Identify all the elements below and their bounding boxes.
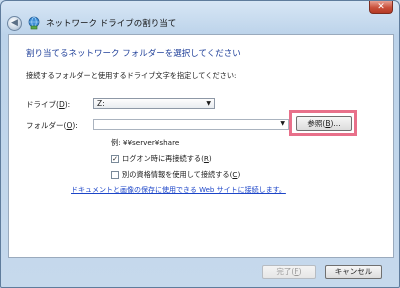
title-bar: ◀ ネットワーク ドライブの割り当て xyxy=(7,14,389,32)
web-site-link[interactable]: ドキュメントと画像の保存に使用できる Web サイトに接続します。 xyxy=(71,185,286,195)
drive-select[interactable]: Z: ▼ xyxy=(93,98,215,109)
wizard-content: 割り当てるネットワーク フォルダーを選択してください 接続するフォルダーと使用す… xyxy=(8,34,394,258)
finish-button[interactable]: 完了(F) xyxy=(262,265,316,279)
close-icon: ✕ xyxy=(377,2,385,12)
example-text: 例: ¥¥server¥share xyxy=(111,138,180,147)
close-button[interactable]: ✕ xyxy=(369,1,393,14)
drive-value: Z: xyxy=(97,99,105,108)
credentials-option[interactable]: 別の資格情報を使用して接続する(C) xyxy=(111,170,240,180)
window-title: ネットワーク ドライブの割り当て xyxy=(46,19,177,29)
folder-input[interactable]: ▼ xyxy=(93,119,289,130)
chevron-down-icon: ▼ xyxy=(206,100,211,107)
cancel-button[interactable]: キャンセル xyxy=(325,265,382,279)
credentials-label: 別の資格情報を使用して接続する(C) xyxy=(122,170,241,179)
chevron-down-icon: ▼ xyxy=(280,120,285,127)
map-network-drive-window: ✕ ◀ ネットワーク ドライブの割り当て 割り当てるネットワーク フォルダーを選… xyxy=(0,0,400,288)
browse-button[interactable]: 参照(B)... xyxy=(296,116,352,131)
reconnect-label: ログオン時に再接続する(R) xyxy=(122,154,212,163)
reconnect-checkbox[interactable]: ✓ xyxy=(111,155,119,163)
instruction-text: 接続するフォルダーと使用するドライブ文字を指定してください: xyxy=(26,71,237,80)
page-heading: 割り当てるネットワーク フォルダーを選択してください xyxy=(26,49,241,59)
back-button[interactable]: ◀ xyxy=(7,15,22,31)
drive-label: ドライブ(D): xyxy=(26,100,71,109)
back-arrow-icon: ◀ xyxy=(11,18,18,28)
reconnect-option[interactable]: ✓ ログオン時に再接続する(R) xyxy=(111,154,212,164)
folder-label: フォルダー(O): xyxy=(26,121,78,130)
network-drive-icon xyxy=(28,16,40,30)
credentials-checkbox[interactable] xyxy=(111,171,119,179)
